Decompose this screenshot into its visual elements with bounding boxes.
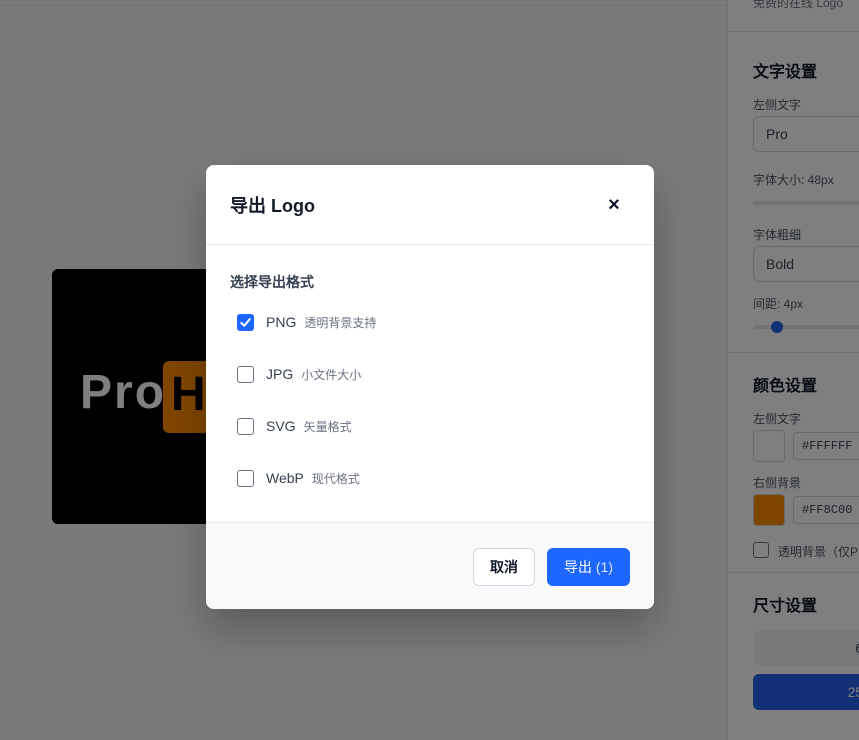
cancel-button[interactable]: 取消 [473, 548, 535, 586]
format-option-jpg[interactable]: JPG 小文件大小 [237, 362, 361, 386]
format-desc: 矢量格式 [303, 419, 352, 434]
format-option-webp[interactable]: WebP 现代格式 [237, 466, 360, 490]
svg-checkbox[interactable] [237, 417, 254, 435]
format-name: PNG [266, 314, 297, 330]
jpg-checkbox[interactable] [237, 365, 254, 383]
format-name: SVG [266, 418, 296, 434]
export-dialog: 导出 Logo × 选择导出格式 PNG 透明背景支持 JPG 小文件大小 SV… [206, 165, 654, 609]
close-icon[interactable]: × [602, 193, 626, 217]
format-option-png[interactable]: PNG 透明背景支持 [237, 310, 376, 334]
format-name: WebP [266, 470, 304, 486]
format-desc: 小文件大小 [301, 367, 362, 382]
checkmark-icon [240, 317, 251, 327]
export-count: (1) [595, 559, 613, 575]
format-name: JPG [266, 366, 294, 382]
png-checkbox[interactable] [237, 313, 254, 331]
format-desc: 现代格式 [311, 471, 360, 486]
export-button-label: 导出 [563, 559, 592, 575]
dialog-body: 选择导出格式 PNG 透明背景支持 JPG 小文件大小 SVG 矢量格式 Web… [206, 245, 654, 522]
format-section-label: 选择导出格式 [230, 274, 314, 290]
format-desc: 透明背景支持 [304, 315, 377, 330]
dialog-header: 导出 Logo × [206, 165, 654, 245]
format-option-svg[interactable]: SVG 矢量格式 [237, 414, 352, 438]
dialog-footer: 取消 导出 (1) [206, 522, 654, 609]
webp-checkbox[interactable] [237, 469, 254, 487]
export-button[interactable]: 导出 (1) [547, 548, 630, 586]
dialog-title: 导出 Logo [230, 196, 315, 216]
